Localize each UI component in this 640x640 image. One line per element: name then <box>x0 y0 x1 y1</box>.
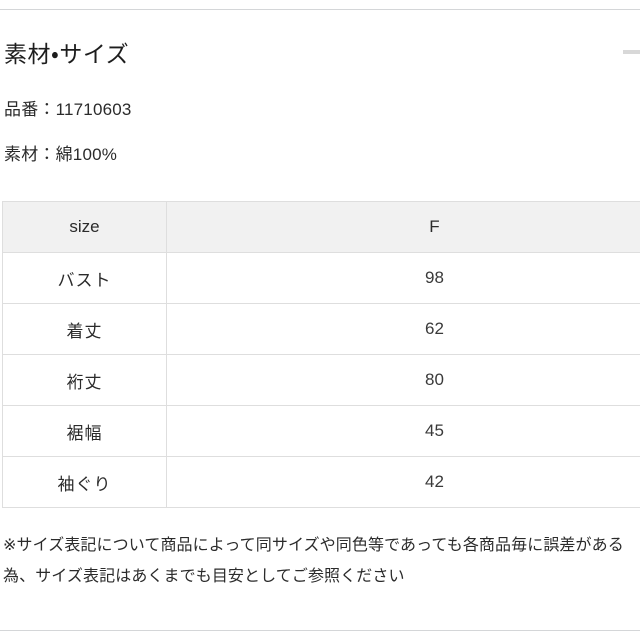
section-header[interactable]: 素材・サイズ <box>0 30 640 78</box>
table-row: 裄丈 80 <box>2 354 640 406</box>
measure-value: 98 <box>166 252 640 304</box>
measure-label: 袖ぐり <box>2 456 167 508</box>
size-table-container: size F バスト 98 着丈 62 裄丈 80 裾幅 45 袖ぐり 42 <box>2 201 640 508</box>
page-title: 素材・サイズ <box>4 40 130 67</box>
column-header-size: size <box>2 201 167 253</box>
measure-value: 45 <box>166 405 640 457</box>
measure-value: 80 <box>166 354 640 406</box>
size-table-head: size F <box>2 201 640 253</box>
measure-label: 着丈 <box>2 303 167 355</box>
top-divider <box>0 9 640 10</box>
material-size-section: 素材・サイズ 品番：11710603 素材：綿100% size F バスト 9… <box>0 0 640 640</box>
table-row: 着丈 62 <box>2 303 640 355</box>
table-row: 袖ぐり 42 <box>2 456 640 508</box>
table-row: 裾幅 45 <box>2 405 640 457</box>
minus-icon[interactable] <box>623 50 640 54</box>
size-disclaimer-text: ※サイズ表記について商品によって同サイズや同色等であっても各商品毎に誤差がある為… <box>3 537 624 585</box>
measure-value: 42 <box>166 456 640 508</box>
measure-label: バスト <box>2 252 167 304</box>
minus-icon-bar <box>623 50 640 54</box>
product-meta: 品番：11710603 素材：綿100% <box>4 98 604 188</box>
measure-value: 62 <box>166 303 640 355</box>
measure-label: 裄丈 <box>2 354 167 406</box>
table-row: バスト 98 <box>2 252 640 304</box>
column-header-f: F <box>166 201 640 253</box>
product-number-text: 品番：11710603 <box>4 100 132 119</box>
measure-label: 裾幅 <box>2 405 167 457</box>
size-table-body: バスト 98 着丈 62 裄丈 80 裾幅 45 袖ぐり 42 <box>2 252 640 508</box>
bottom-divider <box>0 630 640 631</box>
material-text: 素材：綿100% <box>4 145 118 164</box>
size-table: size F バスト 98 着丈 62 裄丈 80 裾幅 45 袖ぐり 42 <box>2 201 640 508</box>
table-header-row: size F <box>2 201 640 253</box>
